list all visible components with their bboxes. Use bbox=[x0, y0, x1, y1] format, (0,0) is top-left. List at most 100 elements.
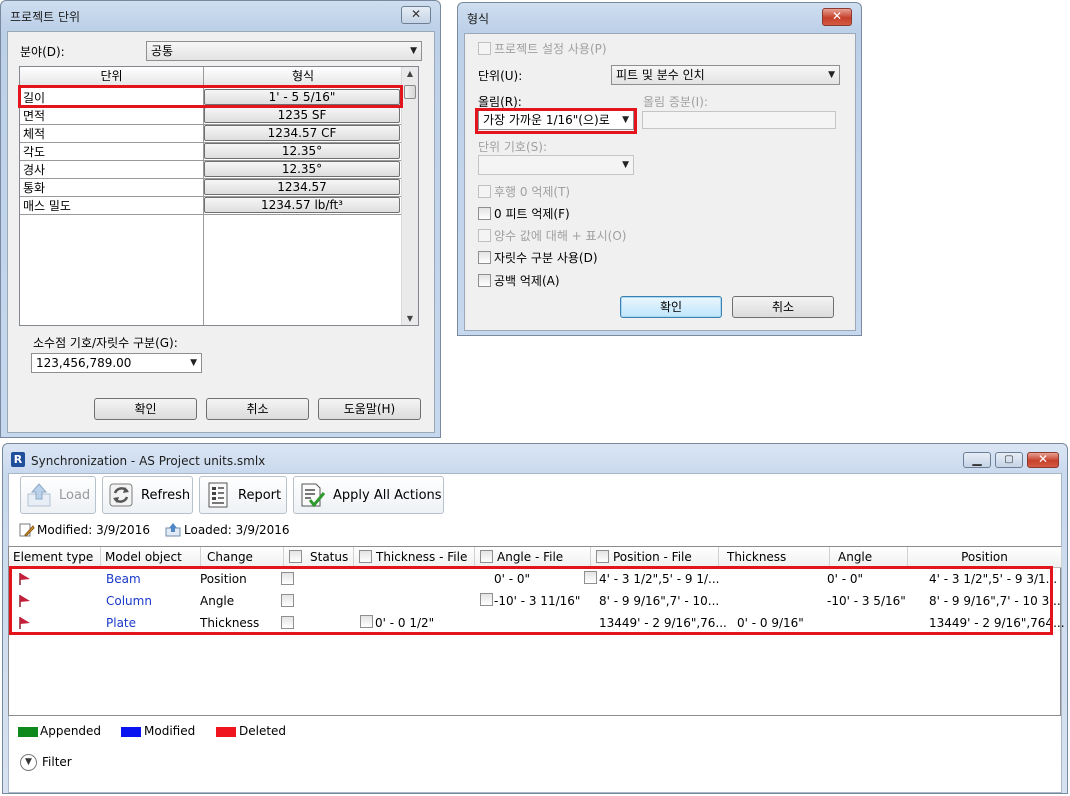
chevron-down-icon: ▼ bbox=[410, 46, 417, 56]
decimal-symbol-dropdown[interactable]: 123,456,789.00 ▼ bbox=[31, 353, 202, 373]
close-button[interactable]: ✕ bbox=[822, 8, 852, 26]
rounding-increment-input[interactable] bbox=[642, 111, 836, 129]
units-value: 피트 및 분수 인치 bbox=[616, 68, 705, 82]
column-header-angle-file[interactable]: Angle - File bbox=[475, 547, 591, 568]
flag-icon bbox=[19, 617, 30, 629]
status-checkbox[interactable] bbox=[281, 572, 294, 585]
model-object-link[interactable]: Beam bbox=[106, 568, 141, 590]
chevron-down-icon: ▼ bbox=[622, 160, 629, 170]
filter-expander[interactable]: ▼ Filter bbox=[18, 753, 98, 773]
unit-format-button[interactable]: 1234.57 bbox=[204, 179, 400, 195]
column-header-unit[interactable]: 단위 bbox=[20, 67, 204, 87]
digit-grouping-checkbox[interactable] bbox=[478, 251, 491, 264]
table-row[interactable]: Column Angle -10' - 3 11/16" 8' - 9 9/16… bbox=[9, 590, 1061, 612]
chevron-down-icon: ▼ bbox=[190, 358, 197, 368]
refresh-button[interactable]: Refresh bbox=[102, 476, 193, 514]
dialog-title: 형식 bbox=[467, 12, 490, 26]
scroll-down-icon[interactable]: ▼ bbox=[402, 314, 418, 323]
minimize-button[interactable]: ▁ bbox=[963, 452, 991, 468]
position-cell: 13449' - 2 9/16",764... bbox=[929, 616, 1065, 630]
angle-file-header-label: Angle - File bbox=[497, 550, 564, 564]
units-dropdown[interactable]: 피트 및 분수 인치 ▼ bbox=[611, 65, 840, 85]
unit-name: 매스 밀도 bbox=[23, 199, 71, 213]
row-divider bbox=[20, 214, 403, 215]
show-plus-label: 양수 값에 대해 + 표시(O) bbox=[494, 229, 627, 243]
use-project-checkbox[interactable] bbox=[478, 42, 491, 55]
column-header-model-object[interactable]: Model object bbox=[101, 547, 201, 568]
suppress-trailing-zeros-checkbox[interactable] bbox=[478, 185, 491, 198]
unit-row[interactable]: 매스 밀도 1234.57 lb/ft³ bbox=[20, 196, 403, 214]
discipline-dropdown[interactable]: 공통 ▼ bbox=[146, 41, 422, 61]
chevron-down-icon: ▼ bbox=[20, 754, 37, 771]
digit-grouping-label: 자릿수 구분 사용(D) bbox=[494, 251, 598, 265]
vertical-scrollbar[interactable]: ▲ ▼ bbox=[401, 67, 418, 325]
close-button[interactable]: ✕ bbox=[401, 6, 431, 24]
help-button[interactable]: 도움말(H) bbox=[318, 398, 421, 420]
thickness-file-header-label: Thickness - File bbox=[376, 550, 468, 564]
suppress-spaces-checkbox[interactable] bbox=[478, 274, 491, 287]
header-checkbox[interactable] bbox=[596, 550, 609, 563]
apply-all-actions-button[interactable]: Apply All Actions bbox=[293, 476, 444, 514]
unit-format-button[interactable]: 1' - 5 5/16" bbox=[204, 89, 400, 105]
ok-button[interactable]: 확인 bbox=[620, 296, 722, 318]
column-header-element-type[interactable]: Element type bbox=[9, 547, 101, 568]
column-header-position[interactable]: Position bbox=[908, 547, 1062, 568]
unit-row[interactable]: 체적 1234.57 CF bbox=[20, 124, 403, 142]
units-label: 단위(U): bbox=[478, 69, 523, 83]
table-row[interactable]: Beam Position 0' - 0" 4' - 3 1/2",5' - 9… bbox=[9, 568, 1060, 590]
chevron-down-icon: ▼ bbox=[828, 70, 835, 80]
column-header-change[interactable]: Change bbox=[201, 547, 284, 568]
window-title: Synchronization - AS Project units.smlx bbox=[31, 454, 266, 468]
model-object-link[interactable]: Plate bbox=[106, 612, 136, 634]
column-header-thickness[interactable]: Thickness bbox=[719, 547, 830, 568]
column-header-format[interactable]: 형식 bbox=[204, 67, 403, 87]
unit-format-button[interactable]: 12.35° bbox=[204, 161, 400, 177]
unit-symbol-label: 단위 기호(S): bbox=[478, 140, 547, 154]
unit-format-button[interactable]: 1234.57 CF bbox=[204, 125, 400, 141]
unit-row[interactable]: 경사 12.35° bbox=[20, 160, 403, 178]
modified-swatch bbox=[121, 727, 141, 737]
title-bar: 형식 ✕ bbox=[458, 3, 861, 31]
unit-row[interactable]: 통화 1234.57 bbox=[20, 178, 403, 196]
load-button[interactable]: Load bbox=[20, 476, 96, 514]
unit-format-button[interactable]: 1234.57 lb/ft³ bbox=[204, 197, 400, 213]
status-checkbox[interactable] bbox=[281, 616, 294, 629]
column-header-status[interactable]: Status bbox=[284, 547, 354, 568]
table-row[interactable]: Plate Thickness 0' - 0 1/2" 13449' - 2 9… bbox=[9, 612, 1065, 634]
column-header-position-file[interactable]: Position - File bbox=[591, 547, 719, 568]
unit-row[interactable]: 각도 12.35° bbox=[20, 142, 403, 160]
thickness-file-checkbox[interactable] bbox=[360, 615, 373, 628]
column-header-angle[interactable]: Angle bbox=[830, 547, 908, 568]
header-checkbox[interactable] bbox=[289, 550, 302, 563]
cancel-button[interactable]: 취소 bbox=[732, 296, 834, 318]
show-plus-checkbox[interactable] bbox=[478, 229, 491, 242]
rounding-label: 올림(R): bbox=[478, 95, 522, 109]
scroll-up-icon[interactable]: ▲ bbox=[402, 69, 418, 78]
position-file-cell: 4' - 3 1/2",5' - 9 1/... bbox=[599, 572, 720, 586]
suppress-zero-feet-checkbox[interactable] bbox=[478, 207, 491, 220]
sync-grid: Element type Model object Change Status … bbox=[8, 546, 1065, 716]
header-checkbox[interactable] bbox=[359, 550, 372, 563]
units-grid[interactable]: 단위 형식 길이 1' - 5 5/16" 면적 1235 SF 체적 1234… bbox=[19, 66, 419, 326]
apply-all-actions-label: Apply All Actions bbox=[333, 488, 442, 503]
unit-format-button[interactable]: 12.35° bbox=[204, 143, 400, 159]
status-checkbox[interactable] bbox=[281, 594, 294, 607]
unit-row[interactable]: 면적 1235 SF bbox=[20, 106, 403, 124]
header-checkbox[interactable] bbox=[480, 550, 493, 563]
angle-file-checkbox[interactable] bbox=[480, 593, 493, 606]
cancel-button[interactable]: 취소 bbox=[206, 398, 309, 420]
rounding-dropdown[interactable]: 가장 가까운 1/16"(으)로 ▼ bbox=[478, 110, 634, 130]
unit-row[interactable]: 길이 1' - 5 5/16" bbox=[20, 88, 403, 106]
ok-button[interactable]: 확인 bbox=[94, 398, 197, 420]
report-button[interactable]: Report bbox=[199, 476, 287, 514]
maximize-button[interactable]: ▢ bbox=[995, 452, 1023, 468]
loaded-date: Loaded: 3/9/2016 bbox=[184, 523, 290, 537]
close-button[interactable]: ✕ bbox=[1027, 452, 1059, 468]
column-header-thickness-file[interactable]: Thickness - File bbox=[354, 547, 475, 568]
modified-date: Modified: 3/9/2016 bbox=[37, 523, 150, 537]
unit-symbol-dropdown[interactable]: ▼ bbox=[478, 155, 634, 175]
model-object-link[interactable]: Column bbox=[106, 590, 152, 612]
scroll-thumb[interactable] bbox=[404, 85, 416, 99]
position-file-checkbox[interactable] bbox=[584, 571, 597, 584]
unit-format-button[interactable]: 1235 SF bbox=[204, 107, 400, 123]
